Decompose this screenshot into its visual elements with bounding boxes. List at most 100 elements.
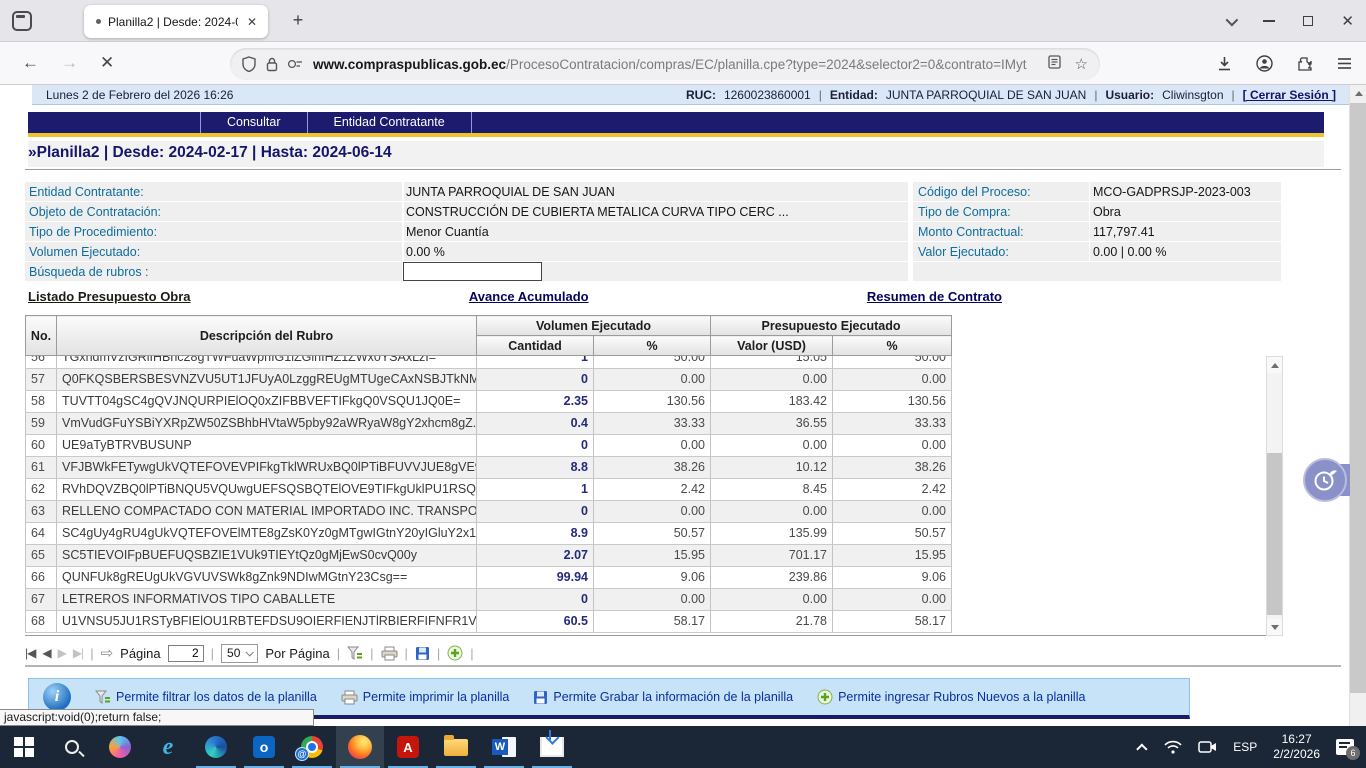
link-listado-presupuesto-obra[interactable]: Listado Presupuesto Obra (28, 289, 191, 304)
meet-now-camera-icon[interactable] (1198, 740, 1217, 754)
back-button-icon[interactable]: ← (22, 53, 39, 73)
taskbar-firefox-button[interactable] (336, 726, 384, 768)
row-description[interactable]: RELLENO COMPACTADO CON MATERIAL IMPORTAD… (57, 500, 477, 522)
print-button[interactable] (381, 646, 398, 661)
downloads-icon[interactable] (1217, 56, 1232, 72)
start-button[interactable] (0, 726, 48, 768)
window-close-button[interactable]: ✕ (1341, 12, 1354, 30)
table-scrollbar[interactable] (1266, 356, 1283, 636)
table-row[interactable]: 60 UE9aTyBTRVBUSUNP 0 0.00 0.00 0.00 (26, 434, 952, 456)
menu-item-entidad-contratante[interactable]: Entidad Contratante (307, 112, 471, 133)
row-description[interactable]: Q0FKQSBERSBESVNZVU5UT1JFUyA0LzggREUgMTUg… (57, 368, 477, 390)
add-rubro-button[interactable] (447, 645, 463, 661)
new-tab-button[interactable]: + (286, 10, 310, 31)
scroll-down-arrow-icon[interactable] (1267, 619, 1282, 635)
row-description[interactable]: VFJBWkFETywgUkVQTEFOVEVPIFkgTklWRUxBQ0lP… (57, 456, 477, 478)
scroll-up-arrow-icon[interactable] (1267, 357, 1282, 373)
session-datetime: Lunes 2 de Febrero del 2026 16:26 (46, 88, 233, 102)
page-number-input[interactable] (168, 645, 204, 662)
row-description[interactable]: QUNFUk8gREUgUkVGVUVSWk8gZnk9NDIwMGtnY23C… (57, 566, 477, 588)
table-row[interactable]: 59 VmVudGFuYSBiYXRpZW50ZSBhbHVtaW5pby92a… (26, 412, 952, 434)
taskbar-word-button[interactable]: W (480, 726, 528, 768)
logout-link[interactable]: [ Cerrar Sesión ] (1243, 88, 1336, 102)
tray-expand-chevron-icon[interactable] (1136, 743, 1147, 754)
floating-clock-widget[interactable] (1303, 458, 1347, 502)
row-description[interactable]: U1VNSU5JU1RSTyBFIElOU1RBTEFDSU9OIERFIENJ… (57, 610, 477, 632)
table-row[interactable]: 62 RVhDQVZBQ0lPTiBNQU5VQUwgUEFSQSBQTElOV… (26, 478, 952, 500)
table-row[interactable]: 61 VFJBWkFETywgUkVQTEFOVEVPIFkgTklWRUxBQ… (26, 456, 952, 478)
tab-list-chevron-icon[interactable] (1226, 13, 1239, 26)
row-cantidad: 99.94 (477, 566, 594, 588)
window-restore-button[interactable] (1303, 16, 1313, 26)
go-to-page-arrow-icon[interactable]: ⇨ (101, 644, 114, 662)
row-cantidad: 1 (477, 356, 594, 368)
stop-loading-icon[interactable]: ✕ (100, 53, 114, 73)
taskbar-search-button[interactable] (48, 726, 96, 768)
reader-mode-icon[interactable] (1048, 55, 1061, 69)
link-resumen-de-contrato[interactable]: Resumen de Contrato (867, 289, 1002, 304)
save-button[interactable] (415, 646, 430, 661)
row-valor-usd: 0.00 (711, 434, 833, 456)
url-text[interactable]: www.compraspublicas.gob.ec/ProcesoContra… (313, 57, 1040, 72)
per-page-select[interactable]: 50 (221, 644, 258, 663)
firefox-view-icon[interactable] (12, 11, 32, 31)
table-row[interactable]: 66 QUNFUk8gREUgUkVGVUVSWk8gZnk9NDIwMGtnY… (26, 566, 952, 588)
url-bar[interactable]: www.compraspublicas.gob.ec/ProcesoContra… (230, 48, 1100, 80)
row-description[interactable]: SC4gUy4gRU4gUkVQTEFOVElMTE8gZsK0Yz0gMTgw… (57, 522, 477, 544)
rubros-table-body[interactable]: 56 TGxhdmVzIGRlIHBhc28gTWFuaWphIG1lZGlhI… (25, 356, 1283, 636)
row-presupuesto-pct: 0.00 (833, 368, 952, 390)
separator: | (370, 646, 373, 661)
row-description[interactable]: UE9aTyBTRVBUSUNP (57, 434, 477, 456)
taskbar-edge-button[interactable] (192, 726, 240, 768)
table-row[interactable]: 64 SC4gUy4gRU4gUkVQTEFOVElMTE8gZsK0Yz0gM… (26, 522, 952, 544)
clock-datetime[interactable]: 16:272/2/2026 (1273, 732, 1320, 762)
search-rubros-input[interactable] (403, 262, 542, 281)
tab-close-icon[interactable]: ✕ (244, 14, 260, 30)
row-volumen-pct: 0.00 (594, 434, 711, 456)
window-minimize-button[interactable] (1263, 20, 1275, 22)
table-row[interactable]: 58 TUVTT04gSC4gQVJNQURPIElOQ0xZIFBBVEFTI… (26, 390, 952, 412)
browser-tab[interactable]: Planilla2 | Desde: 2024-02-17 | Hasta: 2… (84, 5, 268, 38)
bookmark-star-icon[interactable]: ☆ (1075, 55, 1088, 73)
taskbar-copilot-button[interactable] (96, 726, 144, 768)
row-description[interactable]: RVhDQVZBQ0lPTiBNQU5VQUwgUEFSQSBQTElOVE9T… (57, 478, 477, 500)
taskbar-internet-explorer-button[interactable]: e (144, 726, 192, 768)
scrollbar-thumb[interactable] (1267, 453, 1282, 615)
first-page-icon[interactable]: |◀ (25, 646, 35, 660)
wifi-icon[interactable] (1164, 740, 1182, 754)
account-icon[interactable] (1256, 55, 1273, 72)
filter-button[interactable] (347, 646, 363, 661)
menu-hamburger-icon[interactable] (1337, 57, 1352, 70)
extensions-puzzle-icon[interactable] (1297, 56, 1313, 72)
permissions-icon[interactable] (287, 58, 303, 70)
page-scrollbar[interactable] (1349, 85, 1366, 726)
taskbar-acrobat-button[interactable]: A (384, 726, 432, 768)
scrollbar-thumb[interactable] (1350, 103, 1366, 693)
taskbar-outlook-button[interactable]: o (240, 726, 288, 768)
link-avance-acumulado[interactable]: Avance Acumulado (469, 289, 589, 304)
row-description[interactable]: TGxhdmVzIGRlIHBhc28gTWFuaWphIG1lZGlhIHZ1… (57, 356, 477, 368)
scroll-up-arrow-icon[interactable] (1350, 85, 1366, 101)
taskbar-chrome-button[interactable]: @ (288, 726, 336, 768)
keyboard-language-indicator[interactable]: ESP (1233, 740, 1257, 754)
lock-icon[interactable] (266, 57, 278, 72)
shield-icon[interactable] (242, 56, 256, 72)
row-description[interactable]: SC5TIEVOIFpBUEFUQSBZIE1VUk9TIEYtQz0gMjEw… (57, 544, 477, 566)
taskbar-file-explorer-button[interactable] (432, 726, 480, 768)
table-row[interactable]: 67 LETREROS INFORMATIVOS TIPO CABALLETE … (26, 588, 952, 610)
row-number: 65 (26, 544, 57, 566)
section-divider (25, 665, 1341, 667)
notification-center-icon[interactable]: 6 (1336, 739, 1354, 755)
table-row[interactable]: 68 U1VNSU5JU1RSTyBFIElOU1RBTEFDSU9OIERFI… (26, 610, 952, 632)
menu-item-consultar[interactable]: Consultar (200, 112, 307, 133)
row-description[interactable]: LETREROS INFORMATIVOS TIPO CABALLETE (57, 588, 477, 610)
session-bar: Lunes 2 de Febrero del 2026 16:26 RUC: 1… (32, 85, 1350, 105)
row-description[interactable]: VmVudGFuYSBiYXRpZW50ZSBhbHVtaW5pby92aWRy… (57, 412, 477, 434)
taskbar-mail-download-button[interactable] (528, 726, 576, 768)
row-description[interactable]: TUVTT04gSC4gQVJNQURPIElOQ0xZIFBBVEFTIFkg… (57, 390, 477, 412)
prev-page-icon[interactable]: ◀ (42, 646, 50, 660)
table-row[interactable]: 65 SC5TIEVOIFpBUEFUQSBZIE1VUk9TIEYtQz0gM… (26, 544, 952, 566)
table-row[interactable]: 56 TGxhdmVzIGRlIHBhc28gTWFuaWphIG1lZGlhI… (26, 356, 952, 368)
table-row[interactable]: 63 RELLENO COMPACTADO CON MATERIAL IMPOR… (26, 500, 952, 522)
table-row[interactable]: 57 Q0FKQSBERSBESVNZVU5UT1JFUyA0LzggREUgM… (26, 368, 952, 390)
